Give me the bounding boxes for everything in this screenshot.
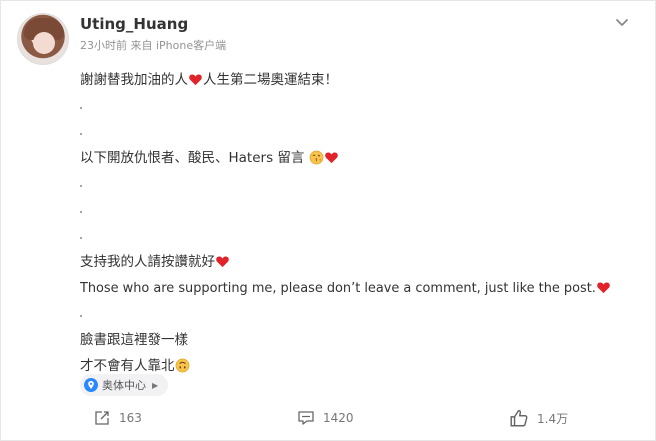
content-text: 支持我的人請按讚就好 [80, 254, 215, 270]
content-dot [80, 223, 640, 249]
weibo-post-card: Uting_Huang 23小时前 来自 iPhone客户端 謝謝替我加油的人人… [0, 0, 656, 441]
avatar[interactable] [17, 13, 69, 65]
content-text: 才不會有人靠北 [80, 358, 175, 374]
post-source: 来自 iPhone客户端 [130, 39, 227, 52]
content-text: 臉書跟這裡發一樣 [80, 332, 188, 348]
content-dot [80, 119, 640, 145]
content-dot [80, 93, 640, 119]
location-label: 奥体中心 [102, 379, 146, 392]
content-dot [80, 301, 640, 327]
chevron-down-icon[interactable] [613, 13, 631, 31]
content-line-last: 才不會有人靠北 [80, 353, 640, 379]
content-dot [80, 171, 640, 197]
content-text: 人生第二場奧運結束！ [203, 72, 338, 88]
username[interactable]: Uting_Huang [80, 15, 188, 33]
repost-icon [95, 411, 109, 425]
heart-icon [189, 74, 202, 86]
post-time[interactable]: 23小时前 [80, 39, 127, 52]
comment-icon [298, 411, 314, 425]
content-text: Those who are supporting me, please don’… [80, 281, 596, 296]
heart-icon [216, 256, 229, 268]
upside-down-face-icon [175, 358, 189, 373]
comment-button[interactable]: 1420 [297, 409, 354, 427]
post-meta: 23小时前 来自 iPhone客户端 [80, 37, 226, 53]
kiss-face-icon [309, 150, 324, 165]
content-line-support: 支持我的人請按讚就好 [80, 249, 640, 275]
like-count: 1.4万 [537, 411, 569, 426]
content-text: 以下開放仇恨者、酸民、Haters 留言 [80, 150, 305, 166]
heart-icon [324, 152, 338, 164]
content-dot [80, 197, 640, 223]
repost-button[interactable]: 163 [93, 409, 142, 427]
location-pin-icon [84, 378, 98, 392]
content-line-facebook: 臉書跟這裡發一樣 [80, 327, 640, 353]
content-line-english: Those who are supporting me, please don’… [80, 275, 640, 301]
heart-icon [597, 282, 610, 294]
content-line-1: 謝謝替我加油的人 人生第二場奧運結束！ [80, 67, 640, 93]
location-tag[interactable]: 奥体中心 ▶ [80, 374, 169, 396]
comment-count: 1420 [323, 411, 354, 425]
like-button[interactable]: 1.4万 [509, 408, 568, 428]
caret-right-icon: ▶ [152, 380, 159, 390]
post-content: 謝謝替我加油的人 人生第二場奧運結束！ 以下開放仇恨者、酸民、Haters 留言 … [80, 67, 640, 379]
thumbs-up-icon [510, 410, 528, 427]
repost-count: 163 [119, 411, 142, 425]
content-text: 謝謝替我加油的人 [80, 72, 188, 88]
avatar-face [33, 32, 55, 54]
action-bar: 163 1420 1.4万 [1, 403, 656, 433]
content-line-haters: 以下開放仇恨者、酸民、Haters 留言 [80, 145, 640, 171]
